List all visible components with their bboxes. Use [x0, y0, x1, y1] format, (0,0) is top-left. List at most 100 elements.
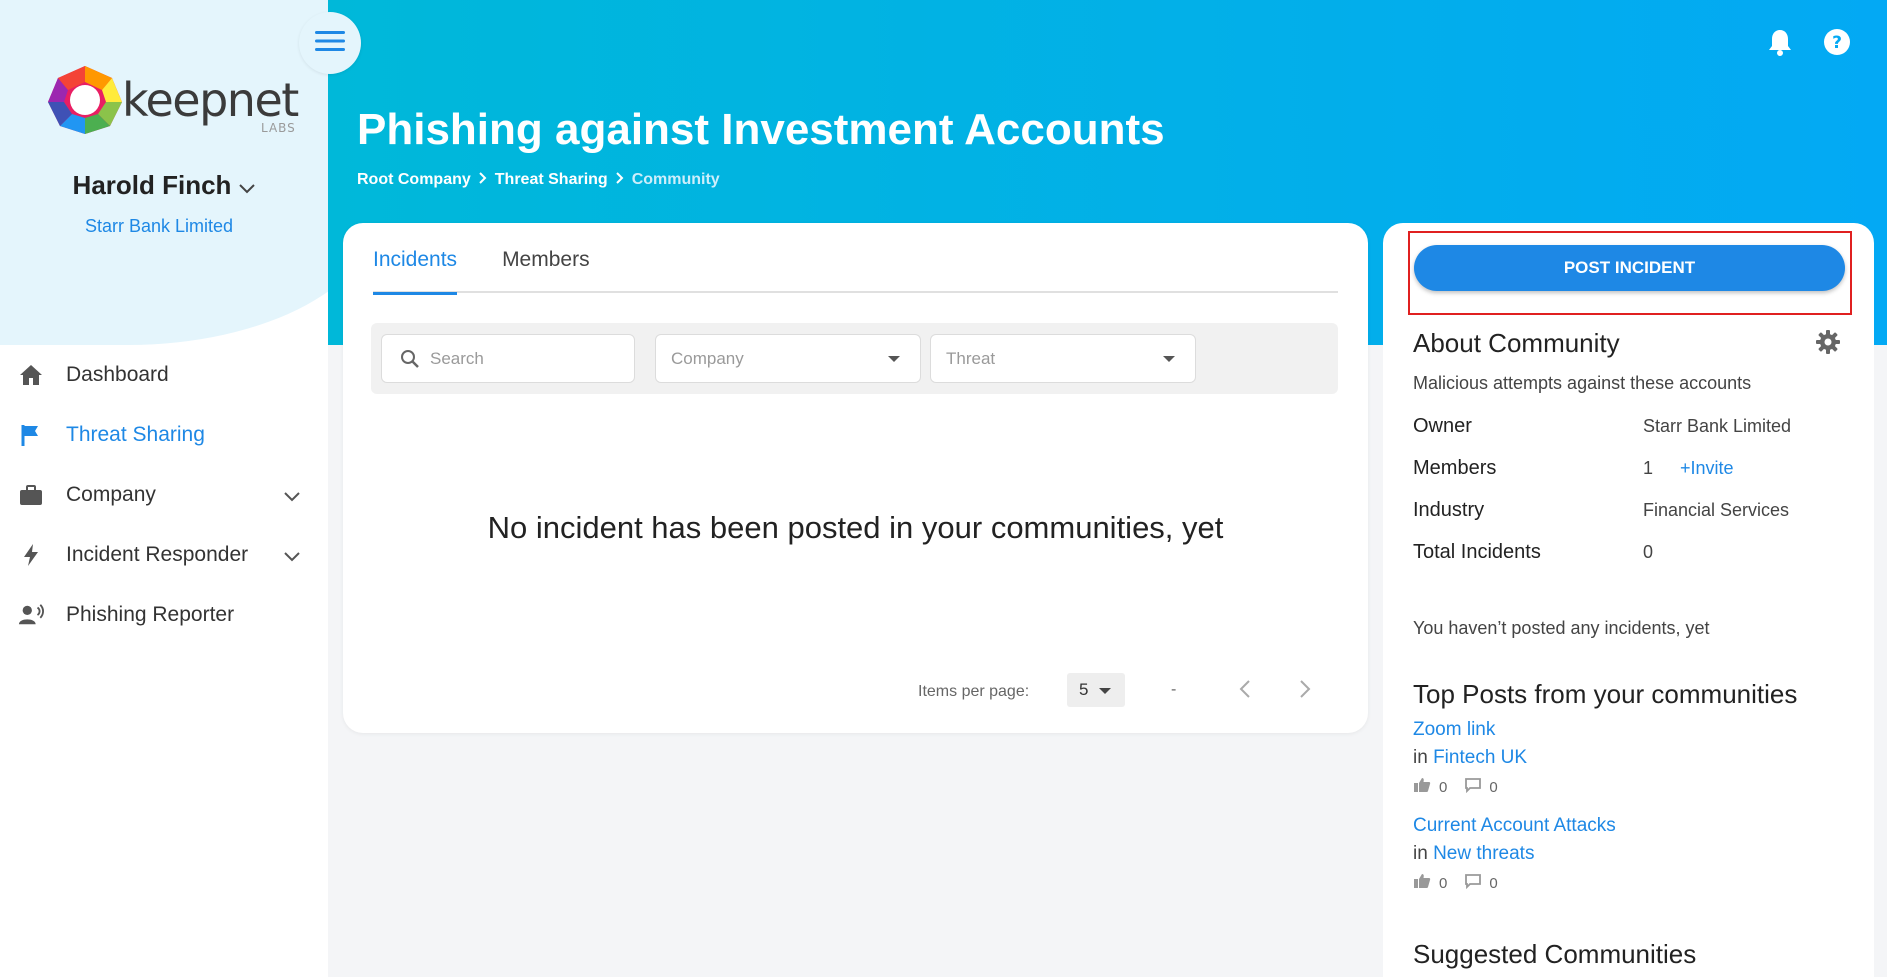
empty-state-message: No incident has been posted in your comm…: [487, 510, 1224, 545]
owner-row: Owner Starr Bank Limited: [1413, 415, 1853, 438]
sidebar-item-incident-responder[interactable]: Incident Responder: [0, 525, 328, 585]
members-count: 1: [1643, 458, 1654, 478]
top-post-title-link[interactable]: Current Account Attacks: [1413, 815, 1853, 837]
sidebar-item-company[interactable]: Company: [0, 465, 328, 525]
dropdown-caret-icon: [1163, 356, 1175, 362]
gear-icon[interactable]: [1815, 329, 1841, 360]
home-icon: [18, 362, 44, 388]
tab-incidents[interactable]: Incidents: [373, 223, 458, 295]
top-post-title-link[interactable]: Zoom link: [1413, 719, 1853, 741]
sidebar-item-label: Incident Responder: [66, 543, 249, 566]
logo-mark-icon: [44, 62, 126, 138]
bolt-icon: [18, 542, 44, 568]
incidents-card: Incidents Members Search Company Threat …: [343, 223, 1368, 733]
logo-text: keepnet LABS: [122, 73, 299, 135]
bell-icon[interactable]: [1767, 28, 1793, 61]
suggested-communities-title: Suggested Communities: [1413, 939, 1697, 969]
top-post-community: in Fintech UK: [1413, 747, 1853, 769]
members-value-group: 1 +Invite: [1643, 458, 1734, 479]
post-incident-button[interactable]: POST INCIDENT: [1414, 245, 1845, 291]
dropdown-caret-icon: [888, 356, 900, 362]
search-input[interactable]: Search: [381, 334, 635, 383]
comments-count: 0: [1489, 874, 1498, 892]
sidebar-item-phishing-reporter[interactable]: Phishing Reporter: [0, 585, 328, 645]
search-placeholder: Search: [430, 348, 484, 368]
breadcrumb-threat-sharing[interactable]: Threat Sharing: [495, 171, 608, 189]
members-label: Members: [1413, 457, 1497, 479]
company-select[interactable]: Company: [655, 334, 921, 383]
breadcrumb-community: Community: [631, 171, 720, 188]
items-per-page-label: Items per page:: [918, 683, 1030, 700]
post-incident-highlight: POST INCIDENT: [1408, 231, 1852, 315]
sidebar-nav: Dashboard Threat Sharing Company Inciden…: [0, 345, 328, 645]
items-per-page-value: 5: [1079, 680, 1089, 699]
post-stats: 0 0: [1413, 873, 1853, 893]
logo-subtext: LABS: [260, 121, 296, 135]
previous-page-button[interactable]: [1238, 679, 1252, 704]
owner-label: Owner: [1413, 415, 1472, 437]
paginator: Items per page: 5 -: [343, 673, 1368, 713]
chevron-down-icon: [239, 170, 256, 201]
threat-select[interactable]: Threat: [930, 334, 1196, 383]
no-posts-message: You haven’t posted any incidents, yet: [1413, 618, 1710, 638]
total-incidents-label: Total Incidents: [1413, 541, 1541, 563]
sidebar-item-label: Company: [66, 483, 156, 506]
sidebar-item-label: Dashboard: [66, 363, 169, 386]
hamburger-icon: [315, 30, 345, 57]
tab-members[interactable]: Members: [502, 223, 590, 293]
chevron-down-icon: [284, 484, 300, 508]
top-posts-title: Top Posts from your communities: [1413, 679, 1798, 709]
breadcrumb-root-company[interactable]: Root Company: [357, 171, 471, 189]
help-icon[interactable]: ?: [1823, 28, 1851, 61]
chevron-right-icon: [615, 171, 624, 189]
thumbs-up-icon: [1413, 777, 1431, 797]
members-row: Members 1 +Invite: [1413, 457, 1853, 480]
user-menu[interactable]: Harold Finch: [0, 170, 328, 201]
thumbs-up-icon: [1413, 873, 1431, 893]
sidebar: keepnet LABS Harold Finch Starr Bank Lim…: [0, 0, 328, 977]
likes-count: 0: [1439, 874, 1448, 892]
community-link[interactable]: New threats: [1433, 843, 1534, 864]
comments-count: 0: [1489, 778, 1498, 796]
about-community-title: About Community: [1413, 328, 1620, 358]
comment-icon: [1465, 777, 1482, 797]
user-name: Harold Finch: [72, 170, 232, 200]
keepnet-logo[interactable]: keepnet LABS: [44, 62, 299, 138]
sidebar-item-threat-sharing[interactable]: Threat Sharing: [0, 405, 328, 465]
header-actions: ?: [1767, 28, 1851, 61]
menu-toggle-button[interactable]: [299, 12, 361, 74]
items-per-page-select[interactable]: 5: [1067, 673, 1125, 707]
total-incidents-row: Total Incidents 0: [1413, 541, 1853, 564]
svg-text:?: ?: [1832, 33, 1842, 53]
next-page-button[interactable]: [1298, 679, 1312, 704]
community-link[interactable]: Fintech UK: [1433, 747, 1527, 768]
person-voice-icon: [18, 602, 44, 628]
sidebar-item-dashboard[interactable]: Dashboard: [0, 345, 328, 405]
user-company: Starr Bank Limited: [84, 216, 234, 236]
top-post-community: in New threats: [1413, 843, 1853, 865]
invite-link[interactable]: +Invite: [1680, 458, 1734, 478]
flag-icon: [18, 422, 44, 448]
search-icon: [400, 349, 420, 374]
comment-icon: [1465, 873, 1482, 893]
industry-label: Industry: [1413, 499, 1485, 521]
filter-bar: Search Company Threat: [371, 323, 1338, 394]
threat-placeholder: Threat: [946, 348, 996, 368]
post-stats: 0 0: [1413, 777, 1853, 797]
in-word: in: [1413, 843, 1428, 864]
industry-row: Industry Financial Services: [1413, 499, 1853, 522]
community-side-panel: POST INCIDENT About Community Malicious …: [1383, 223, 1874, 977]
dropdown-caret-icon: [1099, 688, 1111, 694]
chevron-right-icon: [479, 171, 487, 189]
top-post-item: Zoom link in Fintech UK 0 0: [1413, 719, 1853, 797]
chevron-down-icon: [284, 544, 300, 568]
sidebar-item-label: Threat Sharing: [66, 423, 205, 446]
sidebar-item-label: Phishing Reporter: [66, 603, 235, 626]
likes-count: 0: [1439, 778, 1448, 796]
company-placeholder: Company: [671, 348, 744, 368]
top-post-item: Current Account Attacks in New threats 0…: [1413, 815, 1853, 893]
owner-value: Starr Bank Limited: [1643, 416, 1792, 436]
about-description: Malicious attempts against these account…: [1413, 373, 1752, 393]
briefcase-icon: [18, 482, 44, 508]
total-incidents-value: 0: [1643, 542, 1654, 562]
